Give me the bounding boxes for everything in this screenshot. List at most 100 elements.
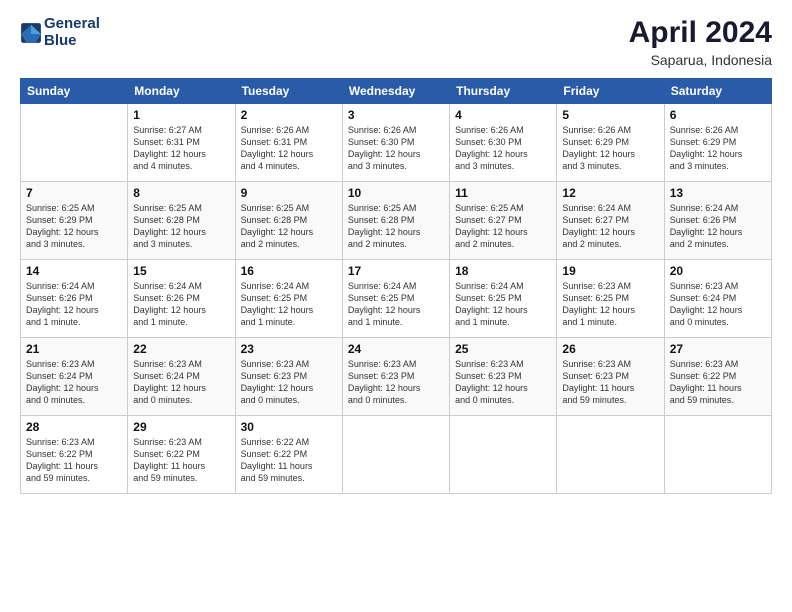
calendar-table: Sunday Monday Tuesday Wednesday Thursday… <box>20 78 772 494</box>
calendar-cell: 26 Sunrise: 6:23 AM Sunset: 6:23 PM Dayli… <box>557 338 664 416</box>
day-info: Sunrise: 6:25 AM Sunset: 6:29 PM Dayligh… <box>26 202 122 251</box>
title-block: April 2024 Saparua, Indonesia <box>629 16 772 68</box>
day-number: 24 <box>348 342 444 356</box>
day-number: 27 <box>670 342 766 356</box>
calendar-cell: 16 Sunrise: 6:24 AM Sunset: 6:25 PM Dayli… <box>235 260 342 338</box>
calendar-cell: 22Sunrise: 6:23 AM Sunset: 6:24 PM Dayli… <box>128 338 235 416</box>
logo-icon <box>20 22 42 44</box>
calendar-week-row: 21 Sunrise: 6:23 AM Sunset: 6:24 PM Dayli… <box>21 338 772 416</box>
day-info: Sunrise: 6:24 AM Sunset: 6:26 PM Dayligh… <box>670 202 766 251</box>
day-number: 13 <box>670 186 766 200</box>
day-info: Sunrise: 6:22 AM Sunset: 6:22 PM Dayligh… <box>241 436 337 485</box>
col-tuesday: Tuesday <box>235 79 342 104</box>
day-info: Sunrise: 6:26 AM Sunset: 6:29 PM Dayligh… <box>562 124 658 173</box>
calendar-cell: 19Sunrise: 6:23 AM Sunset: 6:25 PM Dayli… <box>557 260 664 338</box>
day-number: 26 <box>562 342 658 356</box>
col-friday: Friday <box>557 79 664 104</box>
day-number: 1 <box>133 108 229 122</box>
calendar-cell: 27 Sunrise: 6:23 AM Sunset: 6:22 PM Dayli… <box>664 338 771 416</box>
calendar-header-row: Sunday Monday Tuesday Wednesday Thursday… <box>21 79 772 104</box>
calendar-cell: 12 Sunrise: 6:24 AM Sunset: 6:27 PM Dayli… <box>557 182 664 260</box>
day-number: 22 <box>133 342 229 356</box>
day-info: Sunrise: 6:25 AM Sunset: 6:28 PM Dayligh… <box>241 202 337 251</box>
calendar-cell: 15 Sunrise: 6:24 AM Sunset: 6:26 PM Dayli… <box>128 260 235 338</box>
calendar-cell: 6 Sunrise: 6:26 AM Sunset: 6:29 PM Daylig… <box>664 104 771 182</box>
calendar-cell: 17 Sunrise: 6:24 AM Sunset: 6:25 PM Dayli… <box>342 260 449 338</box>
day-info: Sunrise: 6:23 AM Sunset: 6:22 PM Dayligh… <box>26 436 122 485</box>
day-number: 4 <box>455 108 551 122</box>
calendar-cell: 8 Sunrise: 6:25 AM Sunset: 6:28 PM Daylig… <box>128 182 235 260</box>
day-info: Sunrise: 6:26 AM Sunset: 6:30 PM Dayligh… <box>348 124 444 173</box>
calendar-cell: 5 Sunrise: 6:26 AM Sunset: 6:29 PM Daylig… <box>557 104 664 182</box>
day-number: 5 <box>562 108 658 122</box>
col-monday: Monday <box>128 79 235 104</box>
calendar-cell: 25 Sunrise: 6:23 AM Sunset: 6:23 PM Dayli… <box>450 338 557 416</box>
day-number: 18 <box>455 264 551 278</box>
day-info: Sunrise: 6:23 AM Sunset: 6:24 PM Dayligh… <box>26 358 122 407</box>
day-number: 16 <box>241 264 337 278</box>
day-info: Sunrise: 6:26 AM Sunset: 6:29 PM Dayligh… <box>670 124 766 173</box>
calendar-cell: 7 Sunrise: 6:25 AM Sunset: 6:29 PM Daylig… <box>21 182 128 260</box>
calendar-cell: 4 Sunrise: 6:26 AM Sunset: 6:30 PM Daylig… <box>450 104 557 182</box>
day-info: Sunrise: 6:24 AM Sunset: 6:25 PM Dayligh… <box>455 280 551 329</box>
day-number: 29 <box>133 420 229 434</box>
day-number: 8 <box>133 186 229 200</box>
calendar-cell: 11Sunrise: 6:25 AM Sunset: 6:27 PM Dayli… <box>450 182 557 260</box>
day-info: Sunrise: 6:24 AM Sunset: 6:27 PM Dayligh… <box>562 202 658 251</box>
day-number: 17 <box>348 264 444 278</box>
day-info: Sunrise: 6:24 AM Sunset: 6:25 PM Dayligh… <box>241 280 337 329</box>
day-number: 20 <box>670 264 766 278</box>
day-number: 9 <box>241 186 337 200</box>
day-number: 7 <box>26 186 122 200</box>
col-wednesday: Wednesday <box>342 79 449 104</box>
calendar-cell: 21 Sunrise: 6:23 AM Sunset: 6:24 PM Dayli… <box>21 338 128 416</box>
month-title: April 2024 <box>629 16 772 50</box>
day-number: 30 <box>241 420 337 434</box>
day-info: Sunrise: 6:23 AM Sunset: 6:23 PM Dayligh… <box>348 358 444 407</box>
day-info: Sunrise: 6:23 AM Sunset: 6:23 PM Dayligh… <box>241 358 337 407</box>
col-thursday: Thursday <box>450 79 557 104</box>
calendar-week-row: 14Sunrise: 6:24 AM Sunset: 6:26 PM Dayli… <box>21 260 772 338</box>
day-info: Sunrise: 6:26 AM Sunset: 6:31 PM Dayligh… <box>241 124 337 173</box>
calendar-cell: 18 Sunrise: 6:24 AM Sunset: 6:25 PM Dayli… <box>450 260 557 338</box>
day-info: Sunrise: 6:23 AM Sunset: 6:22 PM Dayligh… <box>670 358 766 407</box>
day-info: Sunrise: 6:23 AM Sunset: 6:23 PM Dayligh… <box>455 358 551 407</box>
day-info: Sunrise: 6:26 AM Sunset: 6:30 PM Dayligh… <box>455 124 551 173</box>
calendar-cell <box>21 104 128 182</box>
day-info: Sunrise: 6:24 AM Sunset: 6:26 PM Dayligh… <box>26 280 122 329</box>
day-info: Sunrise: 6:23 AM Sunset: 6:23 PM Dayligh… <box>562 358 658 407</box>
day-number: 25 <box>455 342 551 356</box>
calendar-cell: 29 Sunrise: 6:23 AM Sunset: 6:22 PM Dayli… <box>128 416 235 494</box>
day-info: Sunrise: 6:23 AM Sunset: 6:24 PM Dayligh… <box>670 280 766 329</box>
calendar-cell: 23Sunrise: 6:23 AM Sunset: 6:23 PM Dayli… <box>235 338 342 416</box>
day-info: Sunrise: 6:25 AM Sunset: 6:28 PM Dayligh… <box>133 202 229 251</box>
calendar-cell: 20 Sunrise: 6:23 AM Sunset: 6:24 PM Dayli… <box>664 260 771 338</box>
day-number: 12 <box>562 186 658 200</box>
header: General Blue April 2024 Saparua, Indones… <box>20 16 772 68</box>
day-info: Sunrise: 6:25 AM Sunset: 6:28 PM Dayligh… <box>348 202 444 251</box>
calendar-cell <box>557 416 664 494</box>
day-number: 21 <box>26 342 122 356</box>
calendar-cell: 24 Sunrise: 6:23 AM Sunset: 6:23 PM Dayli… <box>342 338 449 416</box>
day-number: 3 <box>348 108 444 122</box>
calendar-week-row: 1 Sunrise: 6:27 AM Sunset: 6:31 PM Daylig… <box>21 104 772 182</box>
calendar-body: 1 Sunrise: 6:27 AM Sunset: 6:31 PM Daylig… <box>21 104 772 494</box>
calendar-cell: 3 Sunrise: 6:26 AM Sunset: 6:30 PM Daylig… <box>342 104 449 182</box>
day-number: 6 <box>670 108 766 122</box>
calendar-cell: 10 Sunrise: 6:25 AM Sunset: 6:28 PM Dayli… <box>342 182 449 260</box>
calendar-cell: 13 Sunrise: 6:24 AM Sunset: 6:26 PM Dayli… <box>664 182 771 260</box>
page: General Blue April 2024 Saparua, Indones… <box>0 0 792 612</box>
calendar-cell: 2Sunrise: 6:26 AM Sunset: 6:31 PM Daylig… <box>235 104 342 182</box>
calendar-cell: 14Sunrise: 6:24 AM Sunset: 6:26 PM Dayli… <box>21 260 128 338</box>
day-info: Sunrise: 6:23 AM Sunset: 6:22 PM Dayligh… <box>133 436 229 485</box>
day-number: 10 <box>348 186 444 200</box>
calendar-cell <box>664 416 771 494</box>
day-info: Sunrise: 6:24 AM Sunset: 6:25 PM Dayligh… <box>348 280 444 329</box>
day-info: Sunrise: 6:24 AM Sunset: 6:26 PM Dayligh… <box>133 280 229 329</box>
day-info: Sunrise: 6:27 AM Sunset: 6:31 PM Dayligh… <box>133 124 229 173</box>
day-info: Sunrise: 6:25 AM Sunset: 6:27 PM Dayligh… <box>455 202 551 251</box>
logo-text: General Blue <box>44 16 100 49</box>
calendar-cell: 1 Sunrise: 6:27 AM Sunset: 6:31 PM Daylig… <box>128 104 235 182</box>
day-number: 15 <box>133 264 229 278</box>
calendar-cell: 30 Sunrise: 6:22 AM Sunset: 6:22 PM Dayli… <box>235 416 342 494</box>
